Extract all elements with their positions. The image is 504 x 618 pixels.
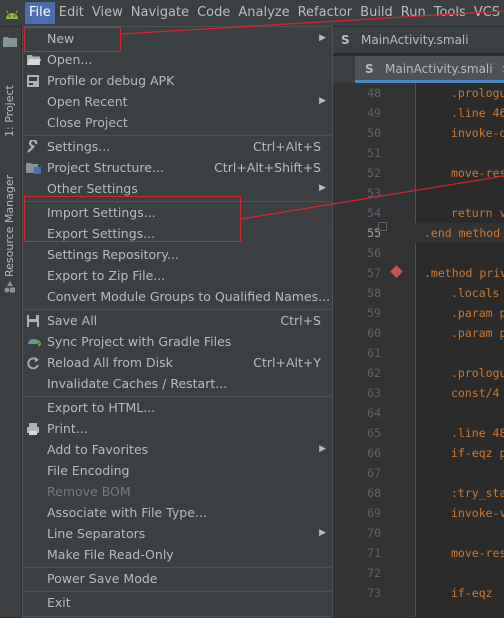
annotation-lines — [120, 10, 504, 220]
